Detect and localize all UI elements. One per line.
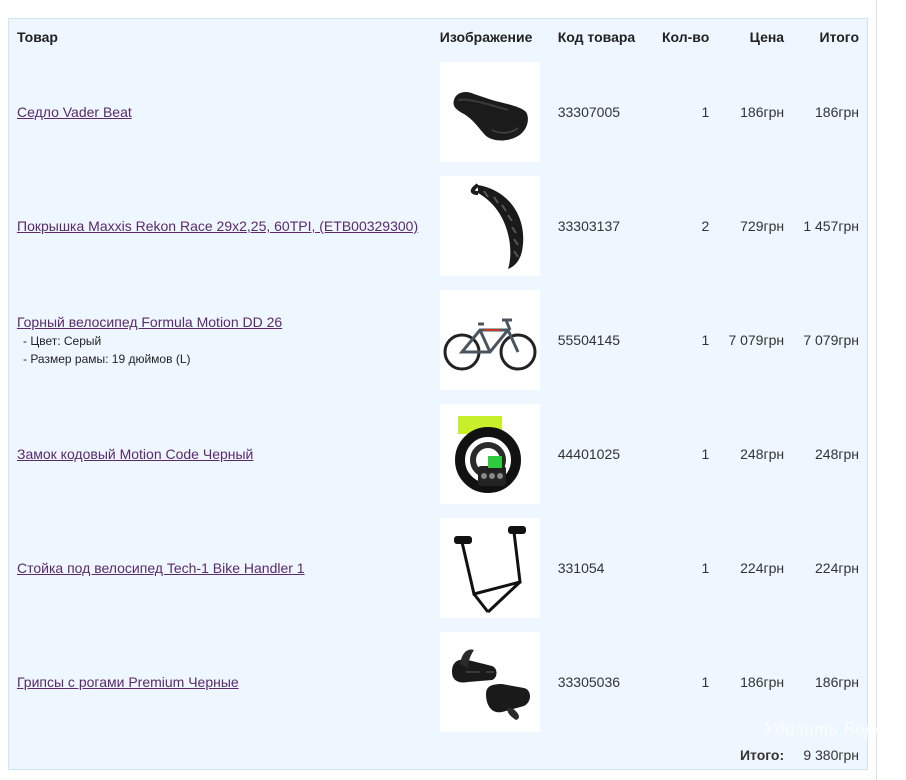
table-row: Замок кодовый Motion Code Черный 4440102… — [9, 397, 867, 511]
header-qty: Кол-во — [661, 29, 710, 45]
product-cell: Стойка под велосипед Tech-1 Bike Handler… — [9, 511, 432, 625]
header-code: Код товара — [557, 29, 636, 45]
image-cell — [432, 55, 550, 169]
header-price: Цена — [749, 29, 785, 45]
product-thumbnail[interactable] — [439, 632, 540, 732]
total-cell: 248грн — [815, 446, 859, 462]
product-thumbnail[interactable] — [439, 404, 540, 504]
page-edge-line — [876, 0, 877, 780]
qty-cell: 1 — [701, 446, 710, 462]
saddle-icon — [453, 92, 528, 141]
product-thumbnail[interactable] — [439, 518, 540, 618]
qty-cell: 1 — [701, 560, 710, 576]
tire-icon — [470, 183, 524, 269]
code-cell: 55504145 — [557, 332, 621, 348]
product-cell: Грипсы с рогами Premium Черные — [9, 625, 432, 739]
table-row: Грипсы с рогами Premium Черные 33305036 — [9, 625, 867, 739]
header-total: Итого — [819, 29, 859, 45]
product-cell: Покрышка Maxxis Rekon Race 29x2,25, 60TP… — [9, 169, 432, 283]
table-row: Седло Vader Beat 33307005 1 186грн 186гр… — [9, 55, 867, 169]
price-cell: 186грн — [740, 674, 785, 690]
total-cell: 186грн — [815, 104, 859, 120]
image-cell — [432, 397, 550, 511]
total-cell: 224грн — [815, 560, 859, 576]
total-cell: 1 457грн — [803, 218, 859, 234]
product-link[interactable]: Покрышка Maxxis Rekon Race 29x2,25, 60TP… — [17, 218, 418, 234]
total-cell: 7 079грн — [803, 332, 859, 348]
qty-cell: 1 — [701, 332, 710, 348]
qty-cell: 2 — [701, 218, 710, 234]
qty-cell: 1 — [701, 104, 710, 120]
total-cell: 186грн — [815, 674, 859, 690]
summary-value: 9 380грн — [803, 747, 859, 763]
option-color: - Цвет: Серый — [23, 334, 102, 348]
option-frame-size: - Размер рамы: 19 дюймов (L) — [23, 352, 191, 366]
image-cell — [432, 283, 550, 397]
product-link[interactable]: Стойка под велосипед Tech-1 Bike Handler… — [17, 560, 305, 576]
image-cell — [432, 625, 550, 739]
image-cell — [432, 169, 550, 283]
product-cell: Замок кодовый Motion Code Черный — [9, 397, 432, 511]
price-cell: 7 079грн — [728, 332, 785, 348]
code-cell: 33303137 — [557, 218, 621, 234]
order-items-panel: Товар Изображение Код товара Кол-во Цена… — [8, 18, 868, 770]
code-cell: 331054 — [557, 560, 605, 576]
qty-cell: 1 — [701, 674, 710, 690]
grips-icon — [451, 649, 530, 720]
order-items-table: Товар Изображение Код товара Кол-во Цена… — [9, 19, 867, 771]
product-link[interactable]: Седло Vader Beat — [17, 104, 132, 120]
table-row: Стойка под велосипед Tech-1 Bike Handler… — [9, 511, 867, 625]
summary-label: Итого: — [739, 747, 785, 763]
product-link[interactable]: Грипсы с рогами Premium Черные — [17, 674, 239, 690]
table-header-row: Товар Изображение Код товара Кол-во Цена… — [9, 19, 867, 55]
table-row: Горный велосипед Formula Motion DD 26 - … — [9, 283, 867, 397]
header-image: Изображение — [439, 29, 533, 45]
product-cell: Горный велосипед Formula Motion DD 26 - … — [9, 283, 432, 397]
bicycle-icon — [443, 318, 537, 371]
table-row: Покрышка Maxxis Rekon Race 29x2,25, 60TP… — [9, 169, 867, 283]
price-cell: 186грн — [740, 104, 785, 120]
cable-lock-icon — [454, 416, 521, 493]
image-cell — [432, 511, 550, 625]
product-link[interactable]: Горный велосипед Formula Motion DD 26 — [17, 314, 282, 330]
product-thumbnail[interactable] — [439, 176, 540, 276]
price-cell: 224грн — [740, 560, 785, 576]
price-cell: 729грн — [740, 218, 785, 234]
code-cell: 33305036 — [557, 674, 621, 690]
header-product: Товар — [17, 29, 58, 45]
bike-stand-icon — [453, 526, 526, 614]
summary-row: Итого: 9 380грн — [9, 739, 867, 771]
code-cell: 33307005 — [557, 104, 621, 120]
product-cell: Седло Vader Beat — [9, 55, 432, 169]
product-thumbnail[interactable] — [439, 290, 540, 390]
product-thumbnail[interactable] — [439, 62, 540, 162]
code-cell: 44401025 — [557, 446, 621, 462]
product-link[interactable]: Замок кодовый Motion Code Черный — [17, 446, 253, 462]
price-cell: 248грн — [740, 446, 785, 462]
